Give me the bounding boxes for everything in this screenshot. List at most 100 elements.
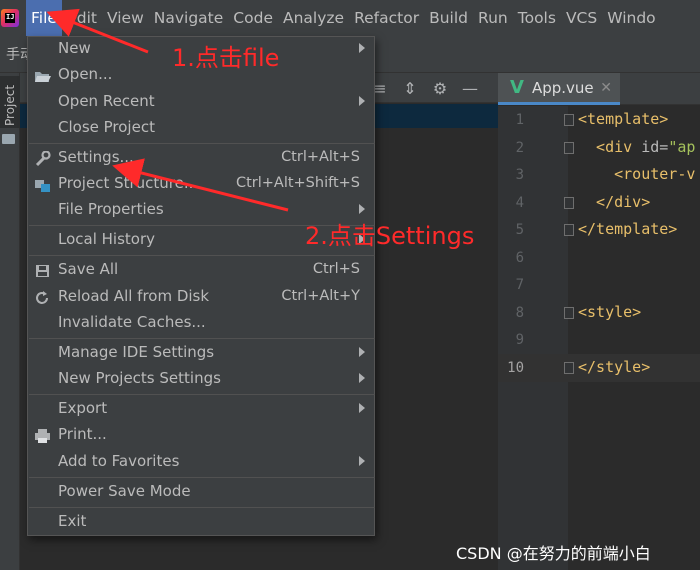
menu-item-exit[interactable]: Exit: [28, 510, 374, 536]
menu-item-export[interactable]: Export: [28, 397, 374, 423]
menu-item-new-projects-settings[interactable]: New Projects Settings: [28, 367, 374, 393]
fold-marker-icon[interactable]: [564, 197, 574, 209]
code-line: <router-v: [578, 165, 696, 183]
line-number: 10: [507, 360, 524, 376]
fold-marker-icon[interactable]: [564, 362, 574, 374]
line-number: 9: [515, 332, 524, 348]
menu-item-label: Local History: [58, 230, 156, 248]
menu-item-label: Settings...: [58, 148, 134, 166]
fold-marker-icon[interactable]: [564, 307, 574, 319]
fold-marker-icon[interactable]: [564, 224, 574, 236]
project-tab-label: Project: [3, 84, 17, 126]
menu-item-label: Invalidate Caches...: [58, 313, 206, 331]
submenu-arrow-icon: [359, 43, 365, 53]
line-number: 4: [515, 195, 524, 211]
menu-separator: [29, 394, 375, 395]
submenu-arrow-icon: [359, 456, 365, 466]
menu-item-close-project[interactable]: Close Project: [28, 116, 374, 142]
editor-tab-app-vue[interactable]: V App.vue ✕: [498, 73, 620, 105]
fold-marker-icon[interactable]: [564, 114, 574, 126]
menu-window[interactable]: Windo: [602, 0, 660, 36]
menu-item-label: Open...: [58, 65, 113, 83]
fold-marker-icon[interactable]: [564, 142, 574, 154]
menu-separator: [29, 507, 375, 508]
menu-item-label: Print...: [58, 425, 107, 443]
menu-item-label: Export: [58, 399, 108, 417]
menu-item-shortcut: Ctrl+Alt+S: [281, 149, 360, 165]
code-line: </style>: [578, 358, 651, 376]
minimize-icon[interactable]: —: [460, 79, 480, 98]
expand-icon[interactable]: ⇕: [400, 79, 420, 98]
menu-separator: [29, 338, 375, 339]
menu-item-settings[interactable]: Settings... Ctrl+Alt+S: [28, 146, 374, 172]
menu-separator: [29, 477, 375, 478]
menu-edit[interactable]: Edit: [62, 0, 102, 36]
wrench-icon: [34, 150, 51, 167]
annotation-step2: 2.点击Settings: [305, 222, 475, 250]
menu-build[interactable]: Build: [424, 0, 473, 36]
menu-item-label: Save All: [58, 260, 119, 278]
menu-item-add-to-favorites[interactable]: Add to Favorites: [28, 450, 374, 476]
project-panel-toolbar: ≡ ⇕ ⚙ —: [370, 79, 480, 98]
code-area[interactable]: <template> <div id="ap <router-v </div> <…: [578, 106, 700, 570]
menu-separator: [29, 255, 375, 256]
menu-code[interactable]: Code: [228, 0, 278, 36]
menu-separator: [29, 143, 375, 144]
menu-item-manage-ide-settings[interactable]: Manage IDE Settings: [28, 341, 374, 367]
menu-bar: IJ File Edit View Navigate Code Analyze …: [0, 0, 700, 36]
folder-icon: [2, 134, 15, 144]
line-number: 1: [515, 112, 524, 128]
save-icon: [34, 263, 51, 279]
menu-item-project-structure[interactable]: Project Structure... Ctrl+Alt+Shift+S: [28, 172, 374, 198]
submenu-arrow-icon: [359, 403, 365, 413]
annotation-step1: 1.点击file: [172, 44, 280, 72]
menu-refactor[interactable]: Refactor: [349, 0, 424, 36]
intellij-logo-icon: IJ: [0, 5, 26, 31]
menu-item-label: Close Project: [58, 118, 155, 136]
file-menu-dropdown: New Open... Open Recent Close Project Settin…: [27, 36, 375, 536]
menu-item-shortcut: Ctrl+Alt+Y: [281, 288, 360, 304]
menu-item-label: Exit: [58, 512, 87, 530]
menu-item-save-all[interactable]: Save All Ctrl+S: [28, 258, 374, 284]
reload-icon: [34, 290, 51, 306]
gear-icon[interactable]: ⚙: [430, 79, 450, 98]
submenu-arrow-icon: [359, 96, 365, 106]
menu-item-label: Manage IDE Settings: [58, 343, 215, 361]
menu-item-reload-all-from-disk[interactable]: Reload All from Disk Ctrl+Alt+Y: [28, 285, 374, 311]
watermark: CSDN @在努力的前端小白: [456, 544, 651, 563]
menu-analyze[interactable]: Analyze: [278, 0, 349, 36]
menu-item-label: New: [58, 39, 91, 57]
code-line: </div>: [578, 193, 651, 211]
menu-item-label: New Projects Settings: [58, 369, 221, 387]
menu-item-print[interactable]: Print...: [28, 423, 374, 449]
menu-item-power-save-mode[interactable]: Power Save Mode: [28, 480, 374, 506]
menu-item-open-recent[interactable]: Open Recent: [28, 90, 374, 116]
vue-icon: V: [510, 77, 524, 98]
line-number: 5: [515, 222, 524, 238]
menu-run[interactable]: Run: [473, 0, 513, 36]
project-structure-icon: [34, 177, 51, 193]
line-number: 3: [515, 167, 524, 183]
menu-tools[interactable]: Tools: [513, 0, 561, 36]
menu-view[interactable]: View: [102, 0, 149, 36]
project-tool-tab[interactable]: Project: [0, 76, 20, 128]
submenu-arrow-icon: [359, 373, 365, 383]
line-number: 7: [515, 277, 524, 293]
menu-navigate[interactable]: Navigate: [149, 0, 229, 36]
menu-item-label: File Properties: [58, 200, 164, 218]
submenu-arrow-icon: [359, 204, 365, 214]
editor-tab-label: App.vue: [531, 78, 594, 97]
line-number: 6: [515, 250, 524, 266]
menu-item-label: Open Recent: [58, 92, 155, 110]
code-line: </template>: [578, 220, 678, 238]
menu-item-invalidate-caches[interactable]: Invalidate Caches...: [28, 311, 374, 337]
close-icon[interactable]: ✕: [600, 80, 612, 96]
print-icon: [34, 428, 51, 444]
line-number: 2: [515, 140, 524, 156]
menu-vcs[interactable]: VCS: [561, 0, 602, 36]
menu-item-label: Add to Favorites: [58, 452, 180, 470]
code-line: <style>: [578, 303, 642, 321]
menu-file[interactable]: File: [26, 0, 62, 36]
editor-tab-bar: V App.vue ✕: [498, 73, 700, 105]
menu-item-label: Reload All from Disk: [58, 287, 210, 305]
